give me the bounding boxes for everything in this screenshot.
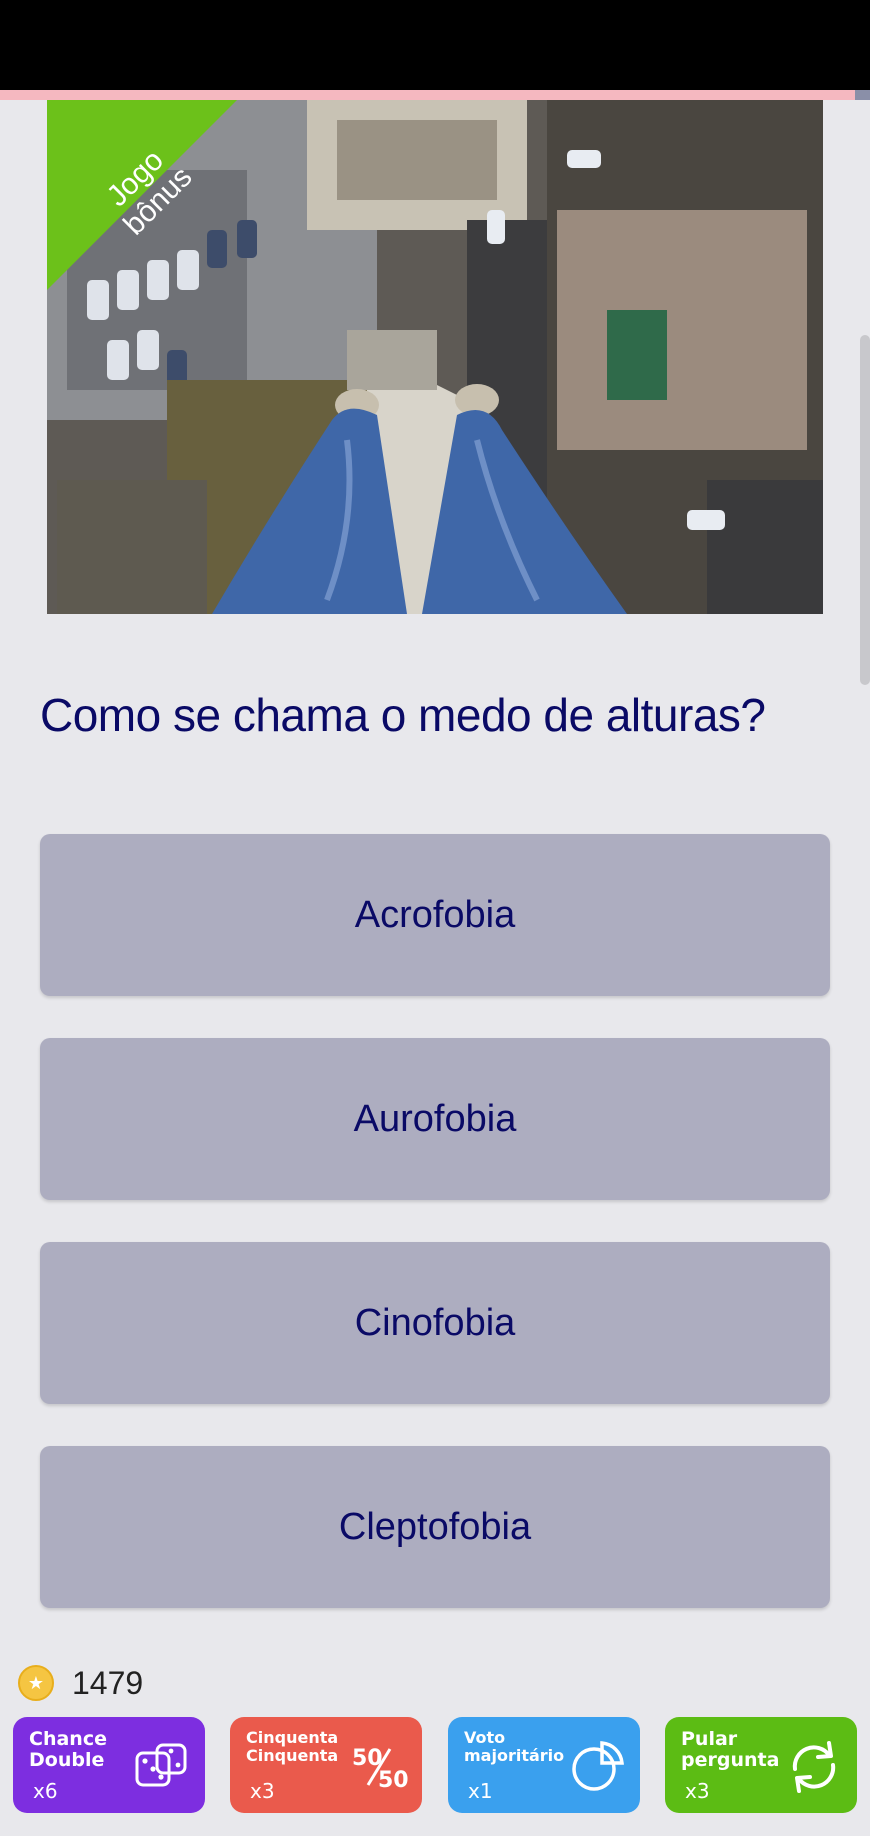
bonus-game-ribbon: Jogo bônus <box>47 100 237 290</box>
fifty-fifty-icon: 50 50 <box>352 1746 408 1793</box>
svg-text:50: 50 <box>378 1768 408 1793</box>
powerup-label: Pular pergunta <box>681 1728 780 1771</box>
powerup-label: Voto majoritário <box>464 1728 565 1765</box>
coin-count: 1479 <box>72 1664 144 1701</box>
powerup-label: Chance Double <box>29 1728 107 1771</box>
powerup-count: x6 <box>33 1779 58 1803</box>
scrollbar[interactable] <box>860 335 870 685</box>
answer-option-4[interactable]: Cleptofobia <box>40 1446 830 1608</box>
question-image: Jogo bônus <box>47 100 823 614</box>
coin-icon: ★ <box>18 1665 54 1701</box>
status-bar <box>0 0 870 90</box>
pie-chart-icon <box>572 1741 624 1791</box>
question-text: Como se chama o medo de alturas? <box>40 689 766 741</box>
timer-progress-bar <box>0 90 855 100</box>
answer-option-2[interactable]: Aurofobia <box>40 1038 830 1200</box>
fifty-fifty-button[interactable]: Cinquenta Cinquenta x3 50 50 <box>230 1717 422 1813</box>
chance-double-button[interactable]: Chance Double x6 <box>13 1717 205 1813</box>
answer-option-3[interactable]: Cinofobia <box>40 1242 830 1404</box>
answer-option-1[interactable]: Acrofobia <box>40 834 830 996</box>
refresh-icon <box>792 1741 836 1793</box>
powerup-count: x3 <box>250 1779 275 1803</box>
majority-vote-button[interactable]: Voto majoritário x1 <box>448 1717 640 1813</box>
powerup-count: x3 <box>685 1779 710 1803</box>
powerup-count: x1 <box>468 1779 493 1803</box>
skip-question-button[interactable]: Pular pergunta x3 <box>665 1717 857 1813</box>
dice-icon <box>135 1743 187 1787</box>
timer-progress-remainder <box>855 90 870 100</box>
coin-balance: ★ 1479 <box>18 1663 143 1703</box>
powerup-label: Cinquenta Cinquenta <box>246 1728 339 1765</box>
